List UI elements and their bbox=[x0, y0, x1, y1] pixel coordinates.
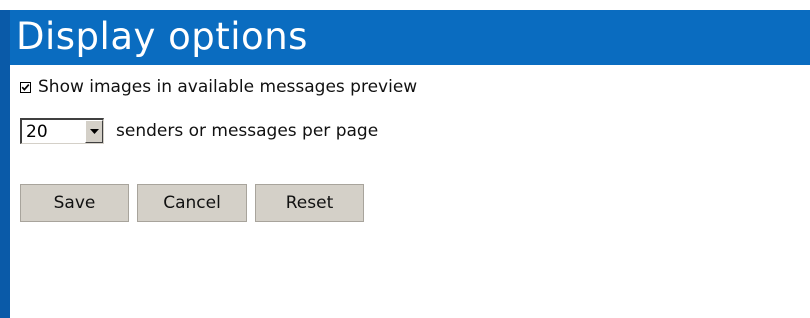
save-button[interactable]: Save bbox=[20, 184, 129, 222]
chevron-down-icon bbox=[89, 129, 99, 134]
per-page-label: senders or messages per page bbox=[116, 121, 379, 141]
display-options-panel: Display options Show images in available… bbox=[0, 0, 810, 318]
cancel-button[interactable]: Cancel bbox=[137, 184, 247, 222]
show-images-label: Show images in available messages previe… bbox=[38, 77, 418, 97]
per-page-option: 20 senders or messages per page bbox=[20, 116, 378, 146]
per-page-select[interactable]: 20 bbox=[20, 118, 104, 144]
action-buttons: Save Cancel Reset bbox=[20, 184, 364, 222]
per-page-value: 20 bbox=[26, 122, 48, 142]
show-images-option: Show images in available messages previe… bbox=[20, 77, 417, 97]
reset-button[interactable]: Reset bbox=[255, 184, 364, 222]
dropdown-button[interactable] bbox=[85, 120, 103, 143]
header-bar: Display options bbox=[10, 10, 810, 65]
show-images-checkbox[interactable] bbox=[20, 81, 31, 93]
left-accent-border bbox=[0, 10, 10, 318]
page-title: Display options bbox=[16, 15, 308, 58]
checkmark-icon bbox=[21, 83, 30, 91]
